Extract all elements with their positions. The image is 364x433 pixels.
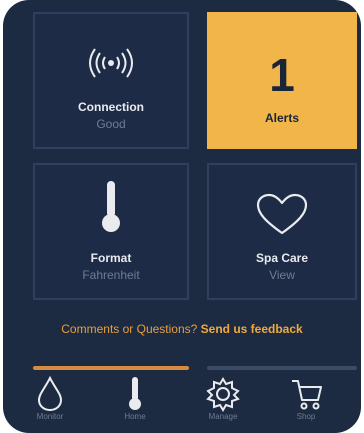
spa-care-tile[interactable]: Spa Care View <box>207 163 357 300</box>
nav-shop-label: Shop <box>296 412 316 421</box>
wifi-broadcast-icon <box>89 48 133 78</box>
tab-divider <box>207 366 357 370</box>
nav-manage-label: Manage <box>208 412 238 421</box>
send-feedback-link[interactable]: Send us feedback <box>201 322 303 336</box>
feedback-prefix: Comments or Questions? <box>61 322 198 336</box>
connection-status: Good <box>96 117 126 131</box>
format-tile[interactable]: Format Fahrenheit <box>33 163 189 300</box>
connection-title: Connection <box>78 100 144 114</box>
thermometer-icon <box>129 377 141 410</box>
app-screen: Connection Good 1 Alerts Format Fahrenhe… <box>3 0 361 433</box>
alerts-tile[interactable]: 1 Alerts <box>207 12 357 149</box>
thermometer-icon <box>102 181 120 232</box>
cart-icon <box>292 380 322 410</box>
nav-home-label: Home <box>124 412 146 421</box>
feedback-line: Comments or Questions? Send us feedback <box>3 322 361 336</box>
alerts-count: 1 <box>269 49 295 101</box>
active-tab-indicator <box>33 366 189 370</box>
spa-care-value: View <box>269 268 295 282</box>
spa-care-title: Spa Care <box>255 251 309 265</box>
nav-monitor-label: Monitor <box>36 412 64 421</box>
format-title: Format <box>90 251 132 265</box>
water-drop-icon <box>37 376 63 412</box>
format-value: Fahrenheit <box>82 268 140 282</box>
nav-shop[interactable]: Shop <box>271 376 341 430</box>
nav-home[interactable]: Home <box>100 376 170 430</box>
heart-icon <box>256 193 308 235</box>
gear-icon <box>206 377 240 412</box>
nav-monitor[interactable]: Monitor <box>15 376 85 430</box>
connection-tile[interactable]: Connection Good <box>33 12 189 149</box>
alerts-title: Alerts <box>264 111 299 125</box>
nav-manage[interactable]: Manage <box>188 376 258 430</box>
